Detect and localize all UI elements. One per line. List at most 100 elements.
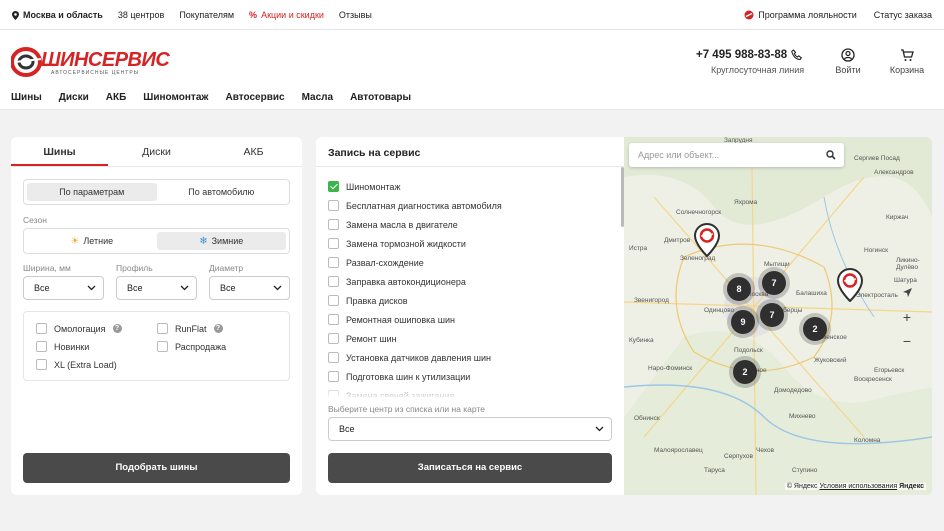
nav-tire-fitting[interactable]: Шиномонтаж [143, 92, 208, 103]
service-item[interactable]: Заправка автокондиционера [328, 272, 618, 291]
checkbox[interactable] [36, 323, 47, 334]
zoom-in-button[interactable]: + [897, 307, 917, 327]
map-place-label: Ногинск [864, 247, 888, 254]
percent-icon: % [249, 10, 258, 20]
cart-button[interactable]: Корзина [887, 48, 927, 75]
map-cluster[interactable]: 7 [762, 271, 786, 295]
map-cluster[interactable]: 8 [727, 277, 751, 301]
service-item[interactable]: Ремонт шин [328, 329, 618, 348]
service-item[interactable]: Замена масла в двигателе [328, 215, 618, 234]
phone-number[interactable]: +7 495 988-83-88 [696, 49, 787, 61]
order-status-link[interactable]: Статус заказа [874, 10, 932, 20]
sun-icon: ☀ [70, 235, 80, 247]
checkbox[interactable] [328, 276, 339, 287]
phone-icon[interactable] [791, 49, 803, 61]
option-new[interactable]: Новинки [36, 341, 89, 352]
map-place-label: Жуковский [814, 357, 847, 364]
nav-oils[interactable]: Масла [302, 92, 334, 103]
help-icon[interactable]: ? [213, 324, 223, 333]
mode-by-car[interactable]: По автомобилю [157, 183, 287, 201]
service-item[interactable]: Развал-схождение [328, 253, 618, 272]
service-item[interactable]: Правка дисков [328, 291, 618, 310]
tab-wheels[interactable]: Диски [108, 137, 205, 166]
logo[interactable]: ШИНСЕРВИС АВТОСЕРВИСНЫЕ ЦЕНТРЫ [11, 46, 170, 78]
tab-tires[interactable]: Шины [11, 137, 108, 166]
nav-car-service[interactable]: Автосервис [225, 92, 284, 103]
nav-batteries[interactable]: АКБ [106, 92, 127, 103]
buyers-link[interactable]: Покупателям [179, 10, 234, 20]
map-search-input[interactable]: Адрес или объект... [629, 143, 844, 167]
center-select[interactable]: Все [328, 417, 612, 441]
help-icon[interactable]: ? [112, 324, 122, 333]
nav-wheels[interactable]: Диски [59, 92, 89, 103]
checkbox-checked[interactable] [328, 181, 339, 192]
reviews-link[interactable]: Отзывы [339, 10, 372, 20]
map-place-label: Солнечногорск [676, 209, 722, 216]
city-selector[interactable]: Москва и область [12, 10, 103, 20]
chevron-down-icon [595, 426, 604, 432]
logo-text: ШИНСЕРВИС [41, 49, 170, 71]
profile-value: Все [127, 283, 143, 293]
map-cluster[interactable]: 2 [733, 360, 757, 384]
service-item[interactable]: Подготовка шин к утилизации [328, 367, 618, 386]
map-cluster[interactable]: 9 [731, 310, 755, 334]
diameter-select[interactable]: Все [209, 276, 290, 300]
checkbox[interactable] [328, 219, 339, 230]
season-winter[interactable]: ❄ Зимние [156, 232, 286, 250]
map-cluster[interactable]: 7 [760, 303, 784, 327]
map-place-label: Егорьевск [874, 367, 905, 374]
season-summer-label: Летние [83, 235, 114, 246]
zoom-out-button[interactable]: − [897, 331, 917, 351]
option-xl[interactable]: XL (Extra Load) [36, 359, 117, 370]
nav-tires[interactable]: Шины [11, 92, 42, 103]
geolocation-icon[interactable] [897, 283, 917, 303]
service-item[interactable]: Шиномонтаж [328, 177, 618, 196]
map-place-label: Чехов [756, 447, 775, 454]
width-select[interactable]: Все [23, 276, 104, 300]
checkbox[interactable] [328, 295, 339, 306]
nav-car-goods[interactable]: Автотовары [350, 92, 411, 103]
service-item[interactable]: Ремонтная ошиповка шин [328, 310, 618, 329]
service-centers-map[interactable]: ЗапрудняДубнаТалдомСергиев ПосадАлександ… [624, 137, 932, 495]
option-runflat[interactable]: RunFlat ? [157, 323, 223, 334]
map-place-label: Мытищи [764, 261, 790, 268]
mode-by-params[interactable]: По параметрам [27, 183, 157, 201]
book-service-button[interactable]: Записаться на сервис [328, 453, 612, 483]
login-button[interactable]: Войти [828, 48, 868, 75]
width-label: Ширина, мм [23, 263, 71, 273]
checkbox[interactable] [328, 371, 339, 382]
checkbox[interactable] [36, 359, 47, 370]
option-sale[interactable]: Распродажа [157, 341, 226, 352]
service-item[interactable]: Установка датчиков давления шин [328, 348, 618, 367]
map-place-label: Ступино [792, 467, 818, 474]
checkbox[interactable] [157, 323, 168, 334]
map-place-label: Дмитров [664, 237, 691, 244]
checkbox[interactable] [328, 314, 339, 325]
divider [316, 166, 624, 167]
service-item[interactable]: Бесплатная диагностика автомобиля [328, 196, 618, 215]
service-item[interactable]: Замена тормозной жидкости [328, 234, 618, 253]
checkbox[interactable] [157, 341, 168, 352]
find-tires-button[interactable]: Подобрать шины [23, 453, 290, 483]
map-cluster[interactable]: 2 [803, 317, 827, 341]
centers-link[interactable]: 38 центров [118, 10, 164, 20]
search-mode-toggle: По параметрам По автомобилю [23, 179, 290, 205]
sales-link[interactable]: % Акции и скидки [249, 10, 324, 20]
checkbox[interactable] [328, 352, 339, 363]
checkbox[interactable] [328, 333, 339, 344]
terms-link[interactable]: Условия использования [819, 483, 897, 490]
service-item-label: Развал-схождение [346, 257, 424, 268]
map-pin-zelenograd[interactable] [693, 222, 721, 258]
checkbox[interactable] [36, 341, 47, 352]
season-summer[interactable]: ☀ Летние [27, 232, 157, 250]
checkbox[interactable] [328, 200, 339, 211]
checkbox[interactable] [328, 257, 339, 268]
tab-batteries[interactable]: АКБ [205, 137, 302, 166]
loyalty-link[interactable]: Программа лояльности [744, 10, 857, 20]
option-homologation[interactable]: Омологация ? [36, 323, 122, 334]
diameter-label: Диаметр [209, 263, 244, 273]
checkbox[interactable] [328, 238, 339, 249]
map-pin-east[interactable] [836, 267, 864, 303]
profile-select[interactable]: Все [116, 276, 197, 300]
map-search-placeholder: Адрес или объект... [638, 150, 720, 160]
